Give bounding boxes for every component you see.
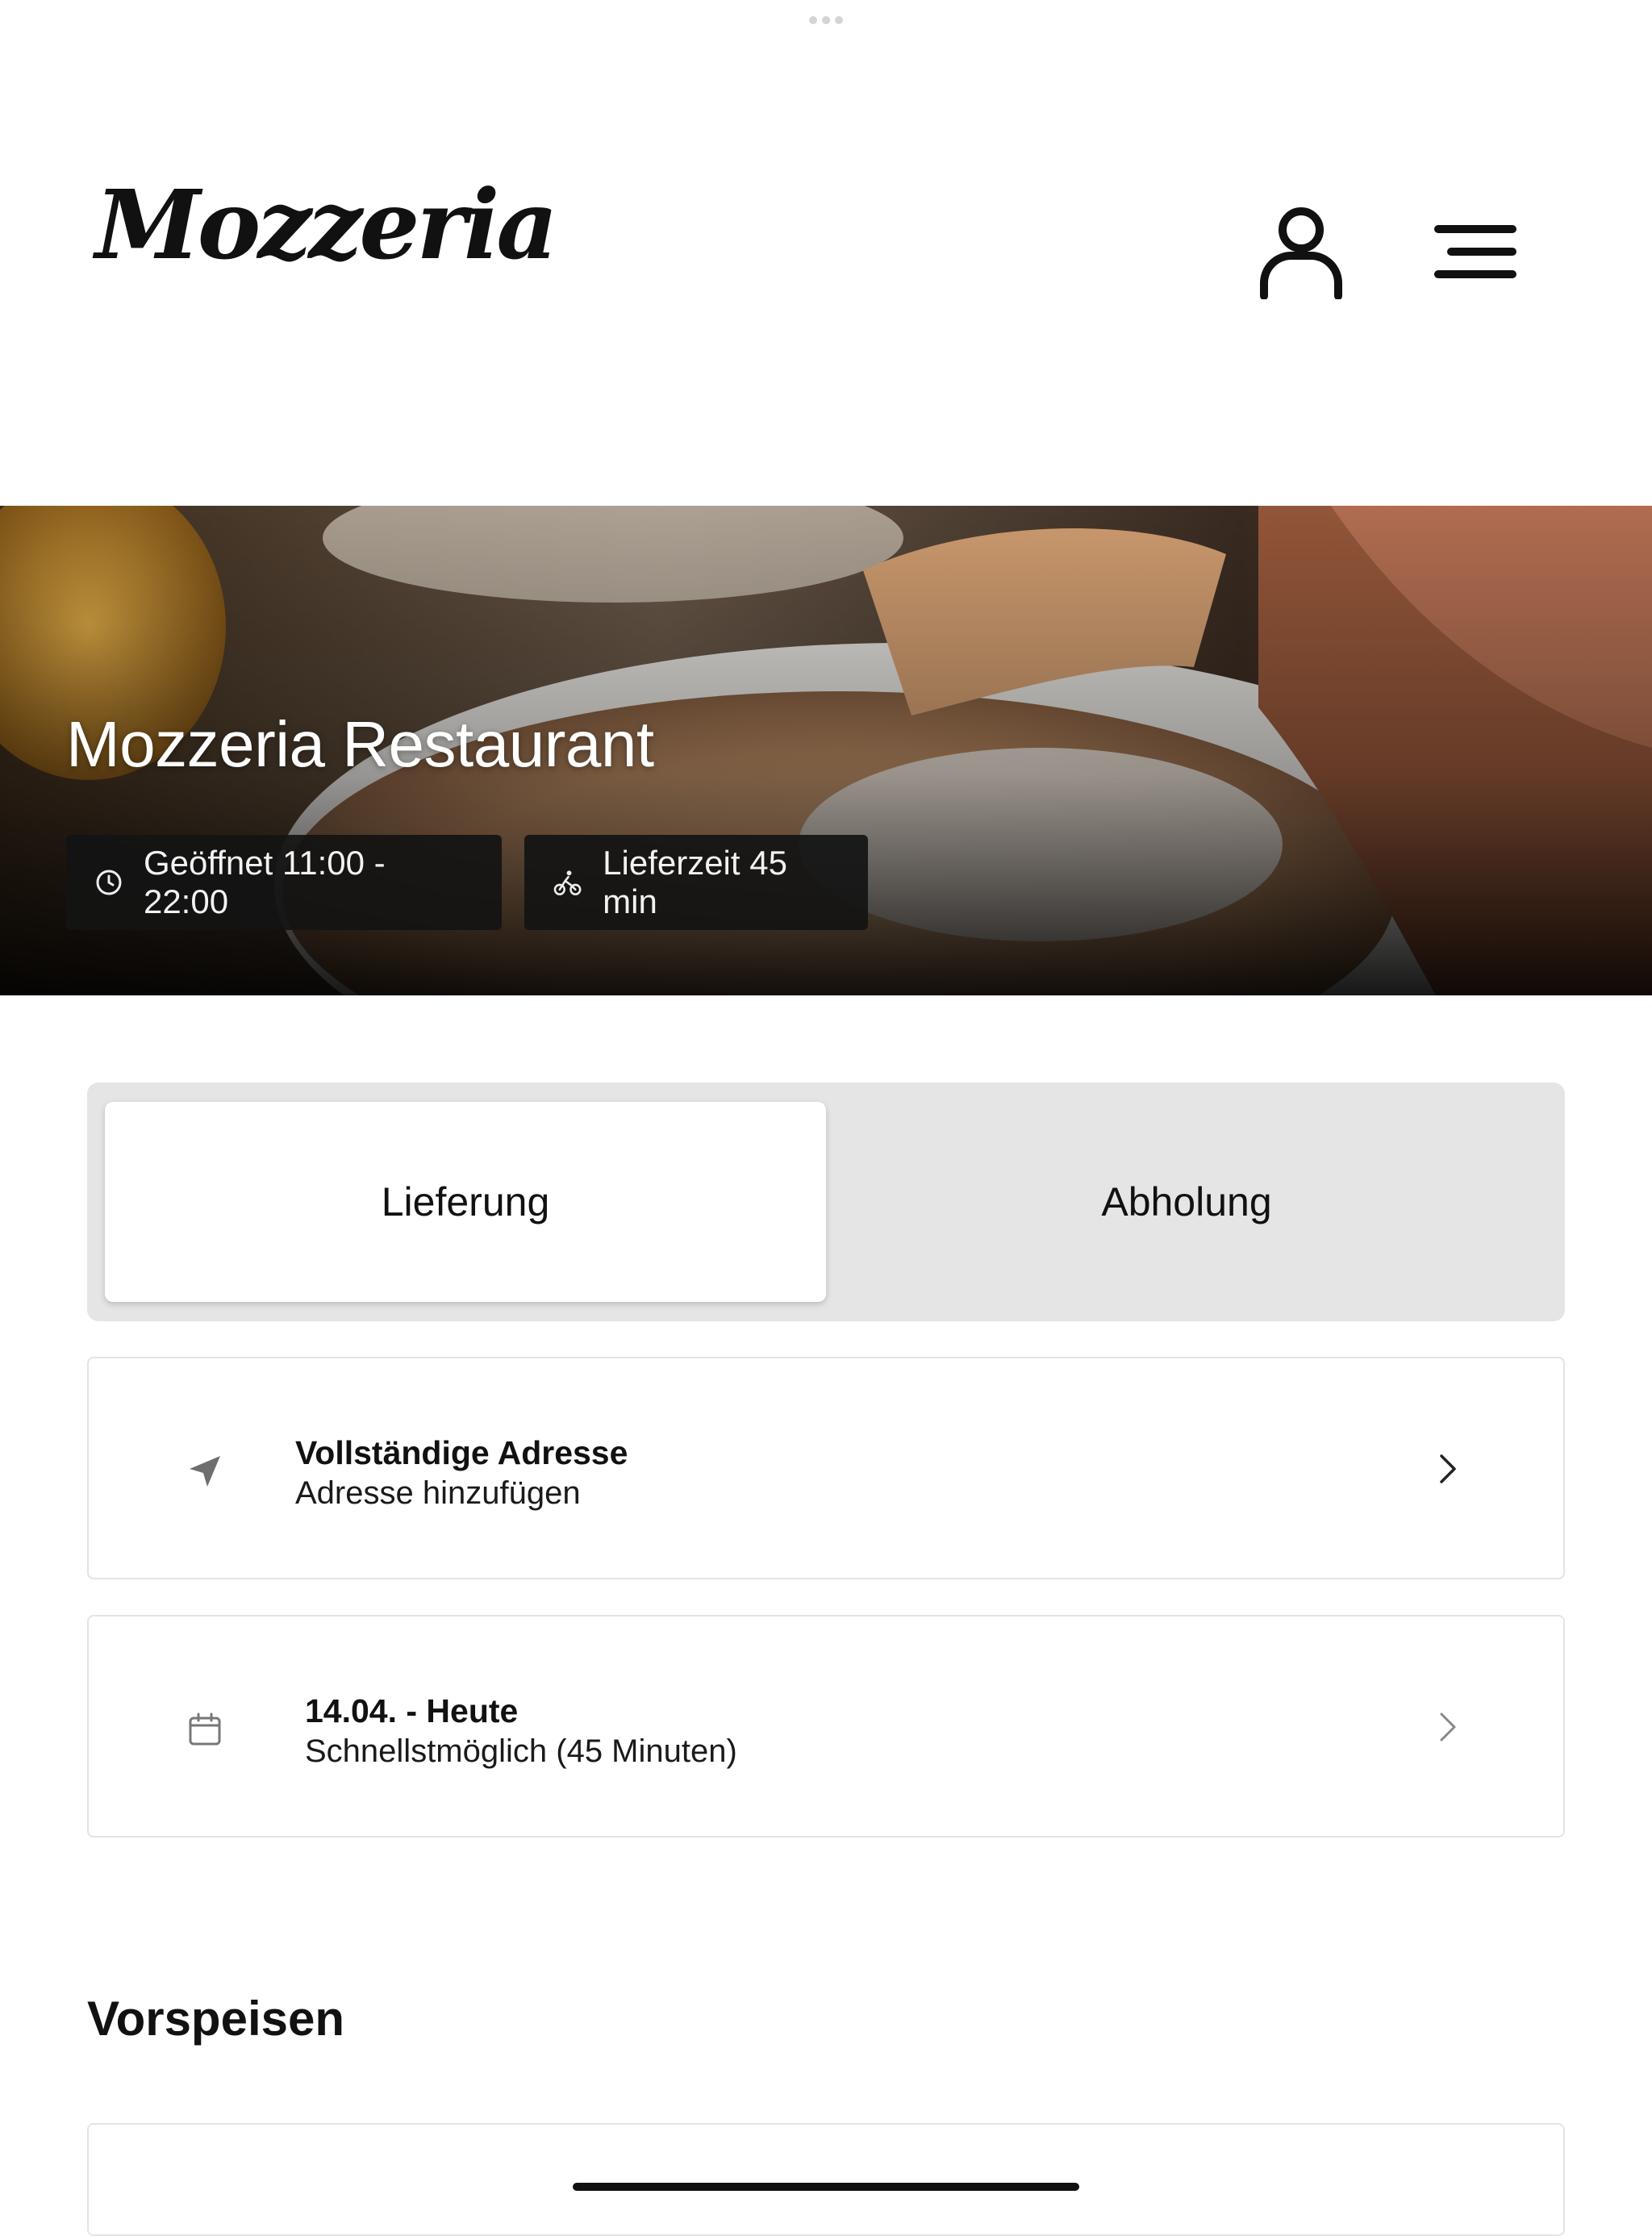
address-card[interactable]: Vollständige Adresse Adresse hinzufügen bbox=[87, 1357, 1565, 1579]
home-indicator[interactable] bbox=[573, 2183, 1079, 2191]
menu-item-card[interactable] bbox=[87, 2123, 1565, 2236]
hamburger-menu-icon bbox=[1434, 225, 1516, 278]
calendar-icon bbox=[179, 1704, 231, 1755]
menu-section-title: Vorspeisen bbox=[87, 1992, 345, 2046]
order-mode-toggle: Lieferung Abholung bbox=[87, 1083, 1565, 1321]
delivery-time-text: Lieferzeit 45 min bbox=[603, 844, 787, 920]
opening-hours-badge: Geöffnet 11:00 - 22:00 bbox=[66, 835, 502, 930]
address-subtitle: Adresse hinzufügen bbox=[295, 1475, 581, 1511]
opening-hours-text: Geöffnet 11:00 - 22:00 bbox=[143, 844, 386, 920]
date-title: 14.04. - Heute bbox=[305, 1692, 519, 1729]
location-arrow-icon bbox=[179, 1445, 231, 1497]
address-title: Vollständige Adresse bbox=[295, 1434, 628, 1471]
account-button[interactable] bbox=[1250, 202, 1352, 303]
user-icon bbox=[1260, 207, 1342, 299]
window-grabber[interactable] bbox=[809, 16, 843, 24]
delivery-time-badge: Lieferzeit 45 min bbox=[524, 835, 868, 930]
delivery-time-card[interactable]: 14.04. - Heute Schnellstmöglich (45 Minu… bbox=[87, 1615, 1565, 1838]
menu-button[interactable] bbox=[1426, 211, 1525, 292]
pickup-tab[interactable]: Abholung bbox=[826, 1102, 1547, 1302]
chevron-right-icon bbox=[1428, 1707, 1468, 1747]
delivery-tab[interactable]: Lieferung bbox=[105, 1102, 826, 1302]
cyclist-icon bbox=[553, 870, 582, 895]
clock-icon bbox=[96, 870, 122, 895]
date-subtitle: Schnellstmöglich (45 Minuten) bbox=[305, 1733, 737, 1769]
brand-logo[interactable]: Mozzeria bbox=[95, 177, 558, 273]
chevron-right-icon bbox=[1428, 1449, 1468, 1489]
restaurant-hero-banner: Mozzeria Restaurant Geöffnet 11:00 - 22:… bbox=[0, 506, 1652, 995]
restaurant-name: Mozzeria Restaurant bbox=[66, 708, 654, 780]
